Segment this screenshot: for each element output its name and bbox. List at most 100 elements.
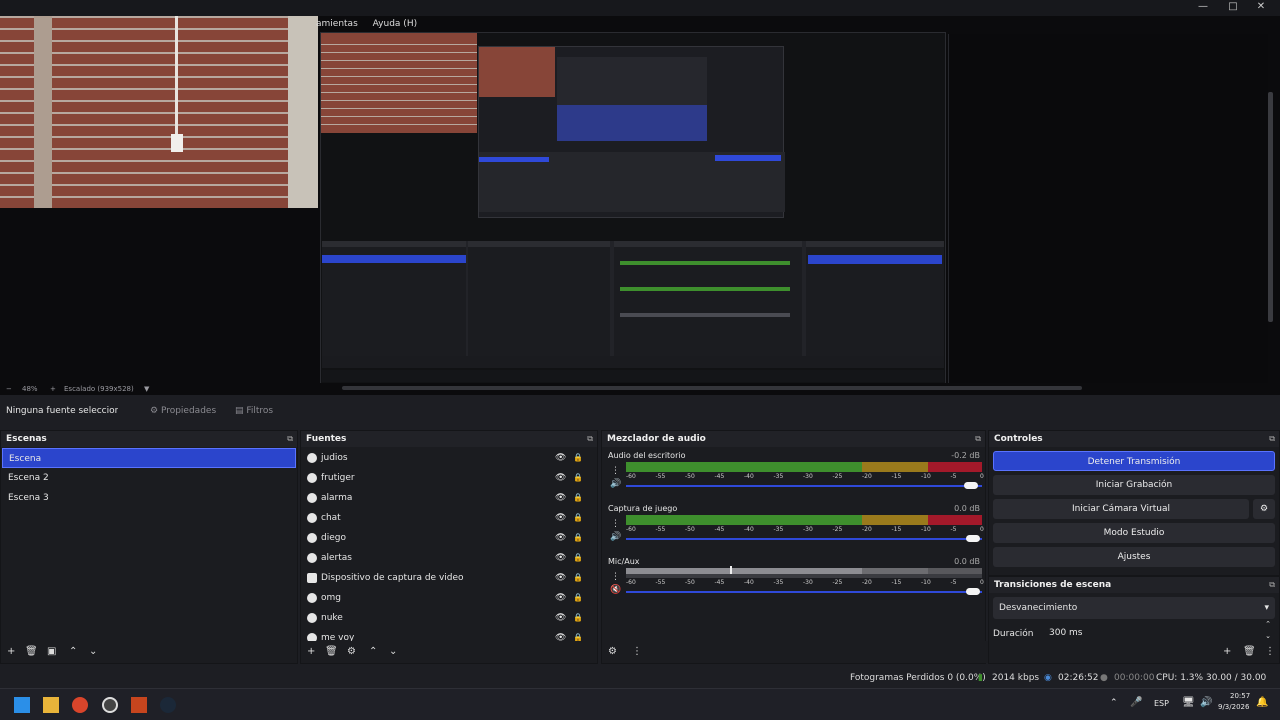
remove-source-icon[interactable]: 🗑	[325, 641, 338, 663]
undock-icon[interactable]: ⧉	[287, 431, 293, 447]
spin-down-icon[interactable]: ⌄	[1265, 631, 1271, 641]
remove-transition-icon[interactable]: 🗑	[1243, 641, 1256, 663]
move-up-icon[interactable]: ⌃	[69, 641, 77, 663]
move-down-icon[interactable]: ⌄	[89, 641, 97, 663]
horizontal-scrollbar[interactable]	[342, 386, 1082, 390]
microphone-icon[interactable]: 🎤	[1130, 697, 1142, 708]
lock-icon[interactable]: 🔒	[573, 468, 583, 488]
volume-slider-handle[interactable]	[966, 535, 980, 542]
source-item[interactable]: nuke 👁 🔒	[303, 608, 591, 628]
stop-streaming-button[interactable]: Detener Transmisión	[993, 451, 1275, 471]
windows-start-icon[interactable]	[14, 697, 30, 713]
lock-icon[interactable]: 🔒	[573, 588, 583, 608]
eye-icon[interactable]: 👁	[555, 528, 566, 548]
file-explorer-icon[interactable]	[43, 697, 59, 713]
filters-button[interactable]: ▤ Filtros	[235, 403, 273, 419]
volume-slider[interactable]	[626, 538, 982, 540]
clock-time[interactable]: 20:57	[1230, 692, 1250, 700]
lock-icon[interactable]: 🔒	[573, 608, 583, 628]
lock-icon[interactable]: 🔒	[573, 548, 583, 568]
undock-icon[interactable]: ⧉	[1269, 577, 1275, 593]
lock-icon[interactable]: 🔒	[573, 528, 583, 548]
source-item[interactable]: frutiger 👁 🔒	[303, 468, 591, 488]
source-item[interactable]: alarma 👁 🔒	[303, 488, 591, 508]
speaker-icon[interactable]: 🔊	[610, 532, 621, 542]
scene-item[interactable]: Escena	[2, 448, 296, 468]
duration-field[interactable]: 300 ms ⌃ ⌄	[1045, 620, 1275, 643]
volume-icon[interactable]: 🔊	[1200, 697, 1212, 708]
undock-icon[interactable]: ⧉	[1269, 431, 1275, 447]
eye-icon[interactable]: 👁	[555, 588, 566, 608]
speaker-icon[interactable]: 🔊	[610, 479, 621, 489]
kebab-menu-icon[interactable]: ⋮	[611, 519, 620, 529]
volume-slider[interactable]	[626, 485, 982, 487]
add-source-icon[interactable]: +	[307, 641, 315, 663]
source-item[interactable]: chat 👁 🔒	[303, 508, 591, 528]
volume-slider-handle[interactable]	[964, 482, 978, 489]
controls-dock: Controles ⧉ Detener Transmisión Iniciar G…	[988, 430, 1280, 576]
eye-icon[interactable]: 👁	[555, 508, 566, 528]
eye-icon[interactable]: 👁	[555, 608, 566, 628]
menu-tools[interactable]: amientas	[316, 19, 358, 29]
volume-slider-handle[interactable]	[966, 588, 980, 595]
eye-icon[interactable]: 👁	[555, 548, 566, 568]
zoom-out-icon[interactable]: −	[6, 383, 12, 395]
gear-icon[interactable]: ⚙	[347, 641, 356, 663]
studio-mode-button[interactable]: Modo Estudio	[993, 523, 1275, 543]
kebab-menu-icon[interactable]: ⋮	[611, 466, 620, 476]
zoom-in-icon[interactable]: +	[50, 383, 56, 395]
vertical-scrollbar[interactable]	[1268, 92, 1273, 322]
eye-icon[interactable]: 👁	[555, 568, 566, 588]
undock-icon[interactable]: ⧉	[975, 431, 981, 447]
lock-icon[interactable]: 🔒	[573, 508, 583, 528]
kebab-menu-icon[interactable]: ⋮	[632, 641, 642, 663]
lock-icon[interactable]: 🔒	[573, 488, 583, 508]
virtual-camera-settings-button[interactable]: ⚙	[1253, 499, 1275, 519]
move-down-icon[interactable]: ⌄	[389, 641, 397, 663]
notification-icon[interactable]: 🔔	[1256, 697, 1268, 708]
scene-item[interactable]: Escena 2	[2, 468, 296, 488]
start-virtual-camera-button[interactable]: Iniciar Cámara Virtual	[993, 499, 1249, 519]
source-item[interactable]: diego 👁 🔒	[303, 528, 591, 548]
network-icon[interactable]: 🖥	[1182, 697, 1195, 708]
menu-help[interactable]: Ayuda (H)	[373, 19, 417, 29]
source-item[interactable]: omg 👁 🔒	[303, 588, 591, 608]
advanced-audio-icon[interactable]: ⚙	[608, 641, 617, 663]
minimize-button[interactable]: —	[1188, 0, 1218, 16]
chrome-icon[interactable]	[72, 697, 88, 713]
undock-icon[interactable]: ⧉	[587, 431, 593, 447]
obs-icon[interactable]	[102, 697, 118, 713]
source-item[interactable]: alertas 👁 🔒	[303, 548, 591, 568]
add-transition-icon[interactable]: +	[1223, 641, 1231, 663]
source-item[interactable]: judios 👁 🔒	[303, 448, 591, 468]
steam-icon[interactable]	[160, 697, 176, 713]
chevron-down-icon[interactable]: ▼	[144, 383, 149, 395]
eye-icon[interactable]: 👁	[555, 448, 566, 468]
kebab-menu-icon[interactable]: ⋮	[1265, 641, 1275, 663]
transition-select[interactable]: Desvanecimiento ▾	[993, 597, 1275, 619]
chevron-up-icon[interactable]: ⌃	[1110, 698, 1118, 708]
remove-scene-icon[interactable]: 🗑	[25, 641, 38, 663]
source-item[interactable]: Dispositivo de captura de video 👁 🔒	[303, 568, 591, 588]
close-button[interactable]: ✕	[1246, 0, 1276, 16]
eye-icon[interactable]: 👁	[555, 488, 566, 508]
volume-slider[interactable]	[626, 591, 982, 593]
kebab-menu-icon[interactable]: ⋮	[611, 572, 620, 582]
maximize-button[interactable]: □	[1218, 0, 1248, 16]
eye-icon[interactable]: 👁	[555, 468, 566, 488]
clock-date[interactable]: 9/3/2026	[1218, 703, 1249, 711]
lock-icon[interactable]: 🔒	[573, 568, 583, 588]
move-up-icon[interactable]: ⌃	[369, 641, 377, 663]
start-recording-button[interactable]: Iniciar Grabación	[993, 475, 1275, 495]
spin-up-icon[interactable]: ⌃	[1265, 619, 1271, 629]
lock-icon[interactable]: 🔒	[573, 448, 583, 468]
muted-speaker-icon[interactable]: 🔇	[610, 585, 621, 595]
add-scene-icon[interactable]: +	[7, 641, 15, 663]
app-icon[interactable]	[131, 697, 147, 713]
filters-icon[interactable]: ▣	[47, 641, 56, 663]
settings-button[interactable]: Ajustes	[993, 547, 1275, 567]
language-indicator[interactable]: ESP	[1154, 699, 1169, 708]
scene-item[interactable]: Escena 3	[2, 488, 296, 508]
scale-label[interactable]: Escalado (939x528)	[64, 383, 134, 395]
properties-button[interactable]: ⚙ Propiedades	[150, 403, 216, 419]
